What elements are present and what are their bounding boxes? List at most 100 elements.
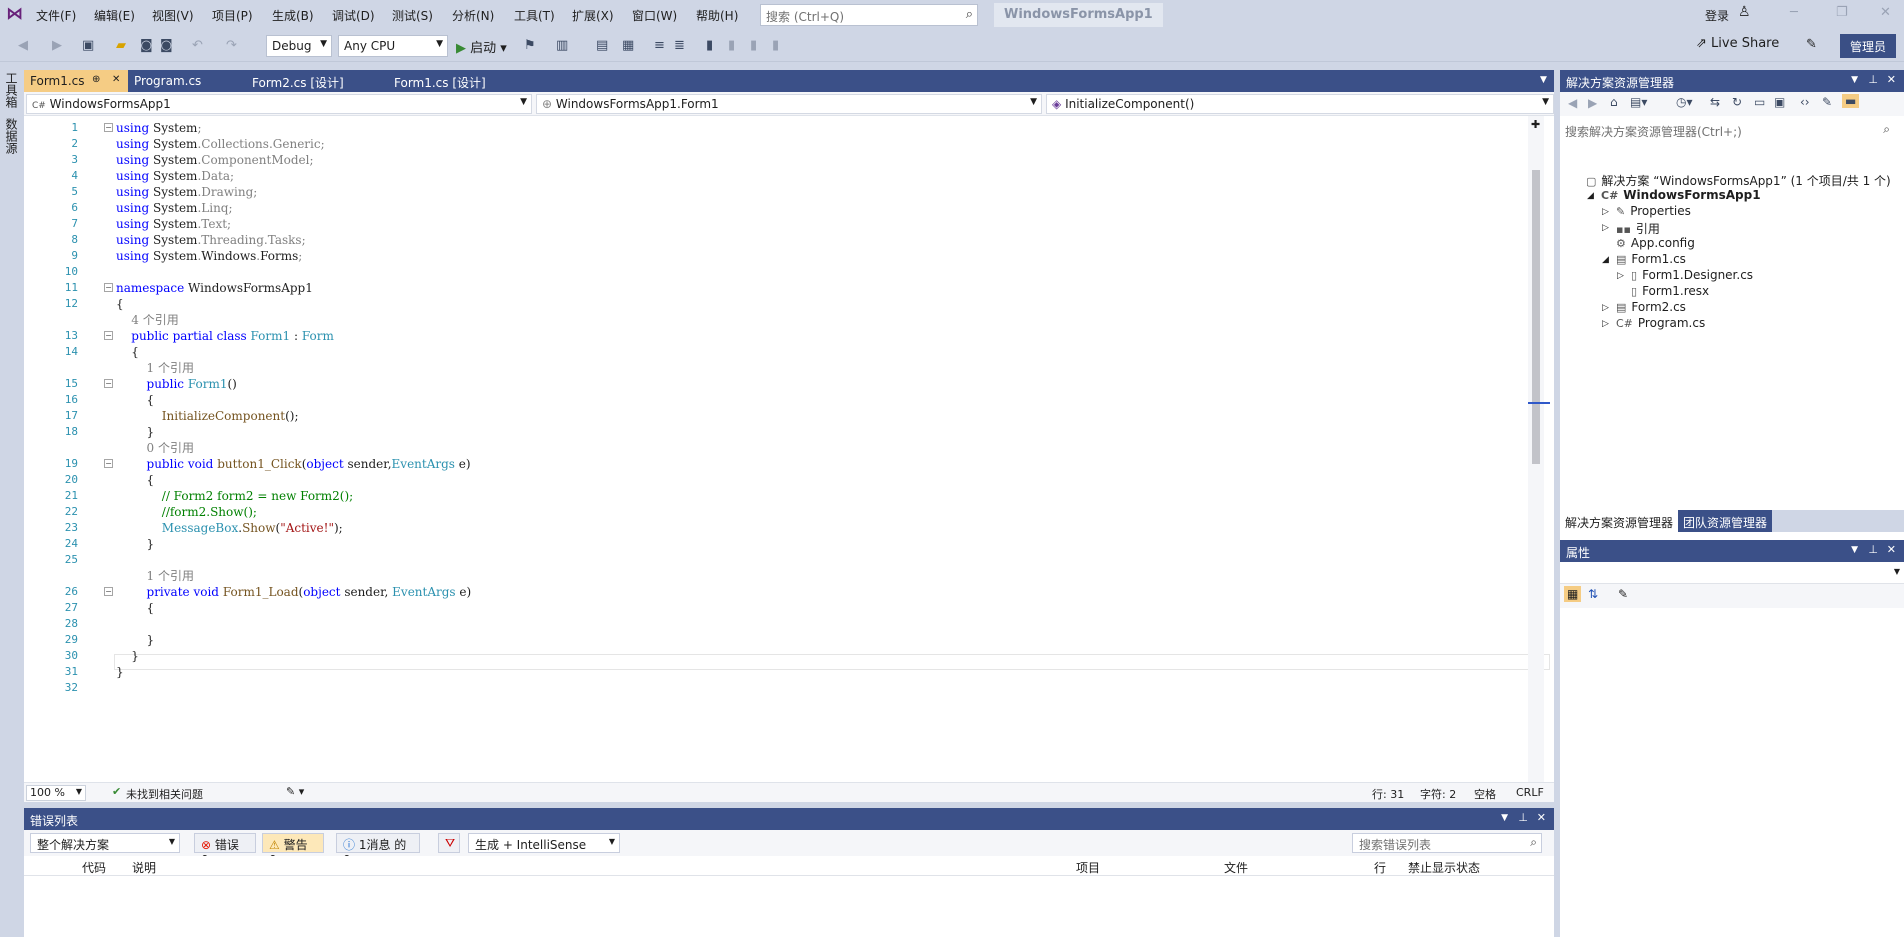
menu-item-3[interactable]: 项目(P) xyxy=(212,7,253,24)
close-window-button[interactable]: ✕ xyxy=(1880,5,1891,20)
codelens-reference[interactable]: 1 个引用 xyxy=(116,568,194,584)
undo-icon[interactable]: ↶ xyxy=(192,38,203,53)
sync-icon[interactable]: ⇆ xyxy=(1710,95,1720,109)
bookmark-next-icon[interactable]: ▮ xyxy=(750,38,757,53)
menu-item-11[interactable]: 帮助(H) xyxy=(696,7,738,24)
codelens-reference[interactable]: 0 个引用 xyxy=(116,440,194,456)
bookmark-clear-icon[interactable]: ▮ xyxy=(772,38,779,53)
solution-item-2[interactable]: ✎ Properties xyxy=(1616,204,1691,218)
issues-status[interactable]: 未找到相关问题 xyxy=(126,786,203,802)
fold-toggle-icon[interactable]: − xyxy=(104,379,113,388)
back-icon[interactable]: ◀ xyxy=(1568,96,1577,110)
zoom-select[interactable]: 100 % ▼ xyxy=(26,785,86,801)
tab-form1-design[interactable]: Form1.cs [设计] xyxy=(388,70,528,92)
menu-item-5[interactable]: 调试(D) xyxy=(332,7,375,24)
scope-select[interactable]: 整个解决方案 ▼ xyxy=(30,833,180,853)
expand-toggle-icon[interactable]: ◢ xyxy=(1602,255,1609,265)
close-icon[interactable]: ✕ xyxy=(112,74,120,85)
solution-item-0[interactable]: ▢ 解决方案 “WindowsFormsApp1” (1 个项目/共 1 个) xyxy=(1586,172,1891,189)
live-share-button[interactable]: ⇗ Live Share xyxy=(1696,36,1779,51)
toolbar-icon-d[interactable]: ▦ xyxy=(622,38,634,53)
property-pages-icon[interactable]: ✎ xyxy=(1618,587,1628,601)
solution-item-4[interactable]: ⚙ App.config xyxy=(1616,236,1695,250)
view-code-icon[interactable]: ‹› xyxy=(1800,95,1810,109)
column-project[interactable]: 项目 xyxy=(1076,859,1100,876)
solution-item-8[interactable]: ▤ Form2.cs xyxy=(1616,300,1686,314)
solution-item-7[interactable]: ▯ Form1.resx xyxy=(1631,284,1709,298)
bookmark-prev-icon[interactable]: ▮ xyxy=(728,38,735,53)
expand-toggle-icon[interactable]: ▷ xyxy=(1602,319,1609,329)
column-file[interactable]: 文件 xyxy=(1224,859,1248,876)
categorized-icon[interactable]: ▦ xyxy=(1564,586,1582,602)
codelens-reference[interactable]: 4 个引用 xyxy=(116,312,178,328)
column-code[interactable]: 代码 xyxy=(82,859,106,876)
member-dropdown[interactable]: ◈ InitializeComponent() ▼ xyxy=(1046,94,1554,114)
refresh-icon[interactable]: ↻ xyxy=(1732,95,1742,109)
toolbar-icon-a[interactable]: ⚑ xyxy=(524,38,536,53)
menu-item-7[interactable]: 分析(N) xyxy=(452,7,494,24)
tab-form1-cs[interactable]: Form1.cs ⊕ ✕ xyxy=(24,70,128,92)
close-icon[interactable]: ✕ xyxy=(1887,543,1896,556)
platform-select[interactable]: Any CPU ▼ xyxy=(338,35,448,57)
menu-item-4[interactable]: 生成(B) xyxy=(272,7,314,24)
codelens-reference[interactable]: 1 个引用 xyxy=(116,360,194,376)
expand-toggle-icon[interactable]: ▷ xyxy=(1602,223,1609,233)
wrench-icon[interactable]: ✎ xyxy=(1822,95,1832,109)
fold-toggle-icon[interactable]: − xyxy=(104,331,113,340)
tab-program-cs[interactable]: Program.cs xyxy=(128,70,244,92)
toolbar-icon-b[interactable]: ▥ xyxy=(556,38,568,53)
search-input[interactable]: 搜索 (Ctrl+Q) ⌕ xyxy=(760,4,978,26)
expand-toggle-icon[interactable]: ▷ xyxy=(1602,207,1609,217)
menu-item-0[interactable]: 文件(F) xyxy=(36,7,76,24)
open-icon[interactable]: ▰ xyxy=(116,38,126,53)
collapse-all-icon[interactable]: ▭ xyxy=(1754,95,1765,109)
toolbar-icon-f[interactable]: ≣ xyxy=(674,38,685,53)
switch-views-icon[interactable]: ▤▾ xyxy=(1630,95,1647,109)
toolbar-icon-c[interactable]: ▤ xyxy=(596,38,608,53)
dropdown-icon[interactable]: ▼ xyxy=(1851,545,1858,555)
home-icon[interactable]: ⌂ xyxy=(1610,95,1618,109)
split-icon[interactable]: ✚ xyxy=(1531,118,1540,131)
messages-filter-button[interactable]: ⓘ 1消息 的 0 xyxy=(336,833,420,867)
preview-icon[interactable]: ▬ xyxy=(1842,94,1860,108)
solution-item-1[interactable]: C# WindowsFormsApp1 xyxy=(1601,188,1761,202)
menu-item-2[interactable]: 视图(V) xyxy=(152,7,194,24)
start-debug-button[interactable]: ▶ 启动 ▾ xyxy=(456,37,507,56)
filter-button[interactable]: ⛛ xyxy=(438,833,460,853)
close-icon[interactable]: ✕ xyxy=(1887,73,1896,86)
dropdown-icon[interactable]: ▼ xyxy=(1851,75,1858,85)
expand-toggle-icon[interactable]: ▷ xyxy=(1602,303,1609,313)
show-all-files-icon[interactable]: ▣ xyxy=(1774,95,1785,109)
menu-item-6[interactable]: 测试(S) xyxy=(392,7,433,24)
toolbar-icon-e[interactable]: ≡ xyxy=(654,38,665,53)
project-dropdown[interactable]: C# WindowsFormsApp1 ▼ xyxy=(26,94,532,114)
tab-overflow-icon[interactable]: ▼ xyxy=(1540,75,1547,85)
forward-icon[interactable]: ▶ xyxy=(1588,96,1597,110)
class-dropdown[interactable]: ⊕ WindowsFormsApp1.Form1 ▼ xyxy=(536,94,1042,114)
account-icon[interactable]: ♙ xyxy=(1738,4,1751,20)
brush-icon[interactable]: ✎ ▾ xyxy=(286,785,304,798)
build-source-select[interactable]: 生成 + IntelliSense ▼ xyxy=(468,833,620,853)
redo-icon[interactable]: ↷ xyxy=(226,38,237,53)
char-indicator[interactable]: 字符: 2 xyxy=(1420,786,1456,802)
pending-changes-icon[interactable]: ◷▾ xyxy=(1676,95,1693,109)
vs-logo-icon[interactable]: ⋈ xyxy=(6,4,23,24)
code-editor[interactable]: 1 2 3 4 5 6 7 8 9 10 11 12 13 14 15 16 17 18 19 20 21 22 23 24 2… xyxy=(24,116,1554,782)
admin-badge[interactable]: 管理员 xyxy=(1840,34,1896,58)
bookmark-icon[interactable]: ▮ xyxy=(706,38,713,53)
pin-icon[interactable]: ⊕ xyxy=(92,74,100,85)
warnings-filter-button[interactable]: ⚠ 警告 0 xyxy=(262,833,324,867)
configuration-select[interactable]: Debug ▼ xyxy=(266,35,332,57)
forward-icon[interactable]: ▶ xyxy=(52,38,62,53)
scrollbar-thumb[interactable] xyxy=(1532,170,1540,464)
fold-toggle-icon[interactable]: − xyxy=(104,587,113,596)
menu-item-10[interactable]: 窗口(W) xyxy=(632,7,677,24)
solution-search-input[interactable]: 搜索解决方案资源管理器(Ctrl+;) ⌕ xyxy=(1560,120,1904,140)
login-link[interactable]: 登录 xyxy=(1705,7,1729,24)
errors-filter-button[interactable]: ⊗ 错误 0 xyxy=(194,833,256,867)
close-icon[interactable]: ✕ xyxy=(1537,811,1546,824)
column-line[interactable]: 行 xyxy=(1374,859,1386,876)
pin-icon[interactable]: ⊥ xyxy=(1868,73,1878,86)
data-sources-tab[interactable]: 数据源 xyxy=(3,118,20,154)
solution-item-5[interactable]: ▤ Form1.cs xyxy=(1616,252,1686,266)
